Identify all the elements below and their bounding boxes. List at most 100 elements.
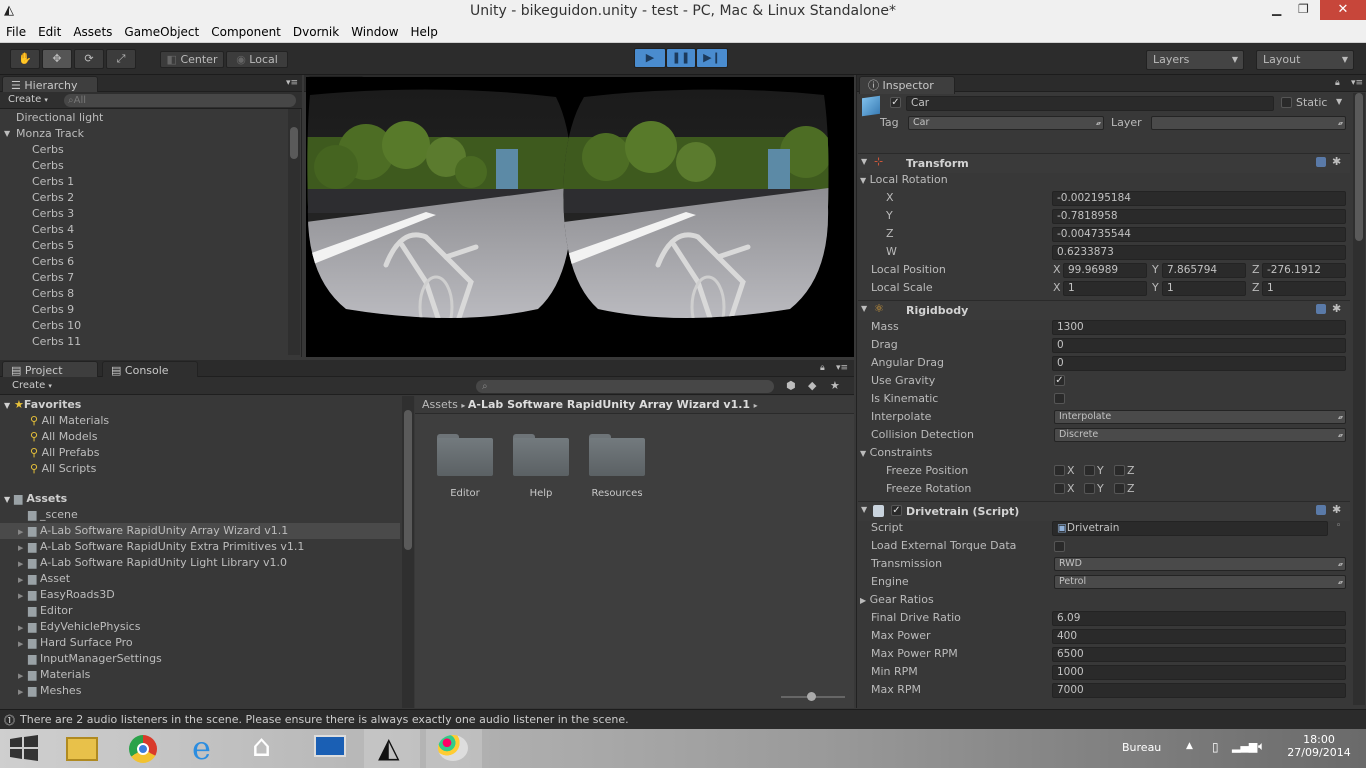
favorite-star-icon[interactable]: ★	[830, 379, 840, 392]
freeze-rotation-y-checkbox[interactable]	[1084, 483, 1095, 494]
layers-dropdown[interactable]: Layers ▼	[1146, 50, 1244, 70]
close-button[interactable]: ✕	[1320, 0, 1366, 20]
taskbar-paint-icon[interactable]	[426, 729, 482, 768]
play-button[interactable]: ▶	[634, 48, 666, 68]
is-kinematic-checkbox[interactable]	[1054, 393, 1065, 404]
favorites-header[interactable]: ▼ ★Favorites	[4, 397, 81, 413]
project-create-button[interactable]: Create ▾	[12, 380, 52, 391]
layer-dropdown[interactable]	[1151, 116, 1346, 130]
pause-button[interactable]: ❚❚	[666, 48, 696, 68]
asset-folder-item[interactable]: ▶ ▆ EdyVehiclePhysics	[0, 619, 400, 635]
rotation-field[interactable]: -0.004735544	[1052, 227, 1346, 242]
freeze-rotation-x-checkbox[interactable]	[1054, 483, 1065, 494]
hierarchy-item[interactable]: Directional light	[16, 110, 103, 126]
create-button[interactable]: Create ▾	[8, 94, 48, 105]
rotation-field[interactable]: -0.002195184	[1052, 191, 1346, 206]
hand-tool-button[interactable]: ✋	[10, 49, 40, 69]
settings-gear-icon[interactable]: ✱	[1332, 302, 1341, 315]
step-button[interactable]: ▶❙	[696, 48, 728, 68]
scale-tool-button[interactable]: ⤢	[106, 49, 136, 69]
hierarchy-item[interactable]: Cerbs 10	[32, 318, 81, 334]
pivot-center-button[interactable]: ◧ Center	[160, 51, 224, 68]
hierarchy-item[interactable]: Cerbs 4	[32, 222, 74, 238]
active-checkbox[interactable]: ✓	[890, 97, 901, 108]
rotate-tool-button[interactable]: ⟳	[74, 49, 104, 69]
hierarchy-item[interactable]: Cerbs 9	[32, 302, 74, 318]
tray-up-arrow-icon[interactable]: ▲	[1186, 741, 1193, 751]
gear-ratios-label[interactable]: ▶ Gear Ratios	[860, 592, 934, 608]
hierarchy-item[interactable]: Cerbs 6	[32, 254, 74, 270]
expand-arrow-icon[interactable]: ▶	[18, 636, 28, 652]
taskbar-home-icon[interactable]: ⌂	[240, 729, 296, 768]
asset-folder-item[interactable]: ▶ ▆ A-Lab Software RapidUnity Light Libra…	[0, 555, 400, 571]
status-message[interactable]: There are 2 audio listeners in the scene…	[20, 713, 629, 726]
panel-menu-icon[interactable]: ▾≡	[286, 78, 298, 88]
filter-type-icon[interactable]: ⬢	[786, 379, 796, 392]
asset-folder-item[interactable]: ▶ ▆ A-Lab Software RapidUnity Array Wizar…	[0, 523, 400, 539]
inspector-scrollbar[interactable]	[1353, 93, 1365, 705]
expand-arrow-icon[interactable]: ▼	[4, 126, 10, 142]
taskbar-ie-icon[interactable]: e	[178, 729, 234, 768]
favorite-item[interactable]: ⚲ All Models	[30, 429, 97, 445]
menu-item-help[interactable]: Help	[405, 24, 444, 40]
asset-folder-item[interactable]: ▶ ▆ Meshes	[0, 683, 400, 699]
mass-field[interactable]: 1300	[1052, 320, 1346, 335]
load-torque-checkbox[interactable]	[1054, 541, 1065, 552]
breadcrumb-current[interactable]: A-Lab Software RapidUnity Array Wizard v…	[468, 398, 750, 411]
hierarchy-item[interactable]: Cerbs 7	[32, 270, 74, 286]
scale-y-field[interactable]: 1	[1162, 281, 1246, 296]
scale-z-field[interactable]: 1	[1262, 281, 1346, 296]
rotation-field[interactable]: 0.6233873	[1052, 245, 1346, 260]
menu-item-window[interactable]: Window	[345, 24, 404, 40]
help-book-icon[interactable]	[1316, 304, 1326, 314]
object-picker-icon[interactable]: ◦	[1336, 521, 1341, 531]
hierarchy-item[interactable]: Cerbs 1	[32, 174, 74, 190]
menu-item-dvornik[interactable]: Dvornik	[287, 24, 345, 40]
asset-folder-item[interactable]: ▆ Editor	[0, 603, 400, 619]
expand-arrow-icon[interactable]: ▶	[18, 620, 28, 636]
asset-folder-item[interactable]: ▆ _scene	[0, 507, 400, 523]
asset-folder-item[interactable]: ▆ InputManagerSettings	[0, 651, 400, 667]
hierarchy-item[interactable]: ▼ Monza Track	[4, 126, 84, 142]
menu-item-component[interactable]: Component	[205, 24, 287, 40]
zoom-slider[interactable]	[781, 692, 845, 701]
tab-inspector[interactable]: ⓘ Inspector	[859, 76, 955, 94]
angular-drag-field[interactable]: 0	[1052, 356, 1346, 371]
hierarchy-item[interactable]: Cerbs 11	[32, 334, 81, 350]
interpolate-dropdown[interactable]: Interpolate	[1054, 410, 1346, 424]
help-book-icon[interactable]	[1316, 157, 1326, 167]
hierarchy-item[interactable]: Cerbs	[32, 158, 64, 174]
asset-folder-item[interactable]: ▶ ▆ A-Lab Software RapidUnity Extra Primi…	[0, 539, 400, 555]
move-tool-button[interactable]: ✥	[42, 49, 72, 69]
pivot-local-button[interactable]: ◉ Local	[226, 51, 288, 68]
filter-label-icon[interactable]: ◆	[808, 379, 816, 392]
position-y-field[interactable]: 7.865794	[1162, 263, 1246, 278]
bureau-label[interactable]: Bureau	[1122, 741, 1161, 754]
panel-menu-icon[interactable]: ▾≡	[836, 363, 848, 373]
freeze-position-x-checkbox[interactable]	[1054, 465, 1065, 476]
favorite-item[interactable]: ⚲ All Scripts	[30, 461, 96, 477]
final-drive-field[interactable]: 6.09	[1052, 611, 1346, 626]
constraints-label[interactable]: ▼ Constraints	[860, 445, 932, 461]
breadcrumb-root[interactable]: Assets	[422, 398, 458, 411]
object-name-field[interactable]: Car	[906, 96, 1274, 111]
min-rpm-field[interactable]: 1000	[1052, 665, 1346, 680]
taskbar-chrome-icon[interactable]	[116, 729, 172, 768]
asset-folder-item[interactable]: ▶ ▆ Asset	[0, 571, 400, 587]
scrollbar-thumb[interactable]	[1355, 93, 1363, 241]
asset-folder-item[interactable]: ▶ ▆ EasyRoads3D	[0, 587, 400, 603]
max-rpm-field[interactable]: 7000	[1052, 683, 1346, 698]
menu-item-edit[interactable]: Edit	[32, 24, 67, 40]
asset-folder-item[interactable]: ▶ ▆ Materials	[0, 667, 400, 683]
hierarchy-item[interactable]: Cerbs 5	[32, 238, 74, 254]
hierarchy-search-input[interactable]: ⌕All	[64, 94, 296, 107]
maximize-button[interactable]: ❐	[1298, 2, 1309, 16]
favorite-item[interactable]: ⚲ All Prefabs	[30, 445, 100, 461]
use-gravity-checkbox[interactable]: ✓	[1054, 375, 1065, 386]
expand-arrow-icon[interactable]: ▶	[18, 556, 28, 572]
hierarchy-item[interactable]: Cerbs	[32, 142, 64, 158]
expand-arrow-icon[interactable]: ▶	[18, 572, 28, 588]
help-book-icon[interactable]	[1316, 505, 1326, 515]
battery-icon[interactable]: ▯	[1212, 740, 1219, 754]
rotation-field[interactable]: -0.7818958	[1052, 209, 1346, 224]
